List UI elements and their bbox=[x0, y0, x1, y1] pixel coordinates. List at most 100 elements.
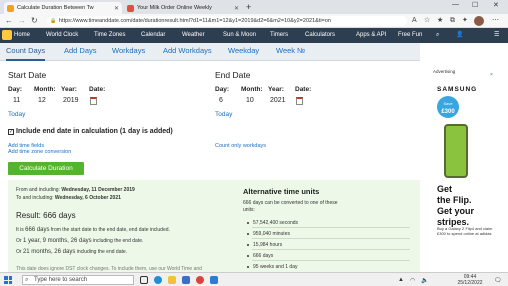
line2-num: 1 year, 9 months, 26 days bbox=[22, 238, 92, 244]
network-icon[interactable]: ▲ bbox=[398, 277, 404, 283]
nav-calendar[interactable]: Calendar bbox=[141, 28, 165, 43]
back-icon[interactable]: ← bbox=[5, 16, 13, 26]
menu-icon[interactable]: ☰ bbox=[494, 28, 499, 43]
browser-tab-strip: Calculate Duration Between Tw ✕ Your Mil… bbox=[0, 0, 508, 14]
from-prefix: From and including: bbox=[16, 187, 60, 193]
chrome-icon[interactable] bbox=[196, 276, 204, 284]
start-calendar-icon[interactable] bbox=[90, 97, 97, 105]
favorite-star-icon[interactable]: ☆ bbox=[424, 16, 430, 26]
url-text: https://www.timeanddate.com/date/duratio… bbox=[59, 18, 331, 24]
volume-icon[interactable]: 🔈 bbox=[421, 277, 428, 284]
calculate-duration-button[interactable]: Calculate Duration bbox=[8, 162, 84, 175]
clock[interactable]: 09:44 25/12/2022 bbox=[455, 274, 485, 286]
new-tab-icon[interactable]: + bbox=[246, 2, 251, 12]
favorites-icon[interactable]: ★ bbox=[437, 16, 443, 26]
nav-calculators[interactable]: Calculators bbox=[305, 28, 335, 43]
tab-add-days[interactable]: Add Days bbox=[64, 43, 97, 61]
site-logo-icon[interactable] bbox=[2, 30, 12, 40]
search-icon[interactable]: ⌕ bbox=[436, 28, 439, 43]
line2-pre: Or bbox=[16, 238, 22, 244]
collections-icon[interactable]: ⧉ bbox=[450, 16, 455, 26]
alt-unit-item: 15,984 hours bbox=[247, 242, 282, 248]
account-icon[interactable]: 👤 bbox=[456, 28, 463, 43]
line1-num: 666 days bbox=[25, 227, 50, 233]
lock-icon: 🔒 bbox=[50, 18, 57, 24]
task-view-icon[interactable] bbox=[140, 276, 148, 284]
end-year-label: Year: bbox=[268, 86, 284, 93]
from-line: From and including: Wednesday, 11 Decemb… bbox=[16, 187, 135, 193]
wifi-icon[interactable]: ◠ bbox=[410, 277, 415, 284]
end-month-field[interactable]: 10 bbox=[246, 97, 254, 104]
minimize-icon[interactable]: — bbox=[452, 1, 459, 8]
alternative-units-title: Alternative time units bbox=[243, 187, 320, 196]
calculator-tabs: Count Days Add Days Workdays Add Workday… bbox=[0, 43, 420, 61]
tab-add-workdays[interactable]: Add Workdays bbox=[163, 43, 212, 61]
ad-headline-1: Get bbox=[437, 184, 453, 194]
close-icon[interactable]: ✕ bbox=[231, 5, 239, 12]
count-only-workdays-link[interactable]: Count only workdays bbox=[215, 143, 266, 149]
taskbar-search-box[interactable]: ⌕ Type here to search bbox=[22, 275, 134, 285]
include-end-date-label: Include end date in calculation (1 day i… bbox=[16, 128, 173, 135]
phone-image bbox=[444, 124, 468, 178]
ad-headline-2: the Flip. bbox=[437, 195, 472, 205]
nav-free-fun[interactable]: Free Fun bbox=[398, 28, 422, 43]
start-day-field[interactable]: 11 bbox=[13, 97, 20, 104]
alt-unit-minutes: 959,040 minutes bbox=[253, 231, 290, 237]
start-month-label: Month: bbox=[34, 86, 56, 93]
read-aloud-icon[interactable]: A bbox=[412, 16, 417, 26]
nav-timers[interactable]: Timers bbox=[270, 28, 288, 43]
samsung-advert[interactable]: SAMSUNG Save £300 on Z Flip Get the Flip… bbox=[432, 76, 502, 262]
edge-icon[interactable] bbox=[154, 276, 162, 284]
close-icon[interactable]: ✕ bbox=[111, 5, 119, 12]
ad-badge: Save £300 on Z Flip bbox=[437, 96, 459, 123]
window-close-icon[interactable]: ✕ bbox=[493, 1, 499, 9]
notifications-icon[interactable]: 🗨 bbox=[494, 277, 502, 284]
line3-pre: Or bbox=[16, 249, 22, 255]
extensions-icon[interactable]: ✦ bbox=[462, 16, 468, 26]
tab-count-days[interactable]: Count Days bbox=[6, 43, 46, 61]
mail-icon[interactable] bbox=[210, 276, 218, 284]
alt-unit-item: 95 weeks and 1 day bbox=[247, 264, 297, 270]
forward-icon[interactable]: → bbox=[18, 16, 26, 26]
ad-fine-print: Buy a Galaxy Z Flip4 and claim £300 to s… bbox=[437, 226, 493, 236]
nav-home[interactable]: Home bbox=[14, 28, 30, 43]
nav-world-clock[interactable]: World Clock bbox=[46, 28, 78, 43]
add-time-zone-link[interactable]: Add time zone conversion bbox=[8, 149, 71, 155]
browser-tab-duration[interactable]: Calculate Duration Between Tw ✕ bbox=[4, 2, 122, 14]
browser-tab-milk[interactable]: Your Milk Order Online Weekly ✕ bbox=[124, 2, 242, 14]
start-date-label: Date: bbox=[89, 86, 106, 93]
end-today-link[interactable]: Today bbox=[215, 111, 232, 118]
clock-date: 25/12/2022 bbox=[457, 280, 483, 286]
tab-week-number[interactable]: Week № bbox=[276, 43, 305, 61]
refresh-icon[interactable]: ↻ bbox=[31, 16, 38, 26]
tab-weekday[interactable]: Weekday bbox=[228, 43, 259, 61]
alt-unit-item: 959,040 minutes bbox=[247, 231, 290, 237]
start-year-field[interactable]: 2019 bbox=[63, 97, 79, 104]
include-end-date-checkbox[interactable]: ✓ bbox=[8, 129, 14, 135]
store-icon[interactable] bbox=[182, 276, 190, 284]
nav-apps-api[interactable]: Apps & API bbox=[356, 28, 386, 43]
more-icon[interactable]: ⋯ bbox=[492, 16, 499, 26]
alt-unit-days: 666 days bbox=[253, 253, 274, 259]
ad-badge-top: Save bbox=[443, 101, 453, 106]
end-calendar-icon[interactable] bbox=[296, 97, 303, 105]
start-day-label: Day: bbox=[8, 86, 23, 93]
line3-num: 21 months, 26 days bbox=[22, 249, 76, 255]
nav-weather[interactable]: Weather bbox=[182, 28, 205, 43]
line1-pre: It is bbox=[16, 227, 24, 233]
alt-unit-item: 57,542,400 seconds bbox=[247, 220, 298, 226]
end-year-field[interactable]: 2021 bbox=[270, 97, 286, 104]
nav-time-zones[interactable]: Time Zones bbox=[94, 28, 125, 43]
start-date-heading: Start Date bbox=[8, 70, 47, 80]
nav-sun-moon[interactable]: Sun & Moon bbox=[223, 28, 256, 43]
end-day-field[interactable]: 6 bbox=[219, 97, 223, 104]
url-field[interactable]: 🔒 https://www.timeanddate.com/date/durat… bbox=[47, 16, 407, 26]
file-explorer-icon[interactable] bbox=[168, 276, 176, 284]
maximize-icon[interactable]: ☐ bbox=[472, 1, 478, 9]
profile-avatar[interactable] bbox=[474, 16, 484, 26]
tab-workdays[interactable]: Workdays bbox=[112, 43, 145, 61]
start-today-link[interactable]: Today bbox=[8, 111, 25, 118]
taskbar-search-placeholder: Type here to search bbox=[34, 277, 88, 283]
windows-start-icon[interactable] bbox=[4, 276, 12, 284]
start-month-field[interactable]: 12 bbox=[38, 97, 46, 104]
